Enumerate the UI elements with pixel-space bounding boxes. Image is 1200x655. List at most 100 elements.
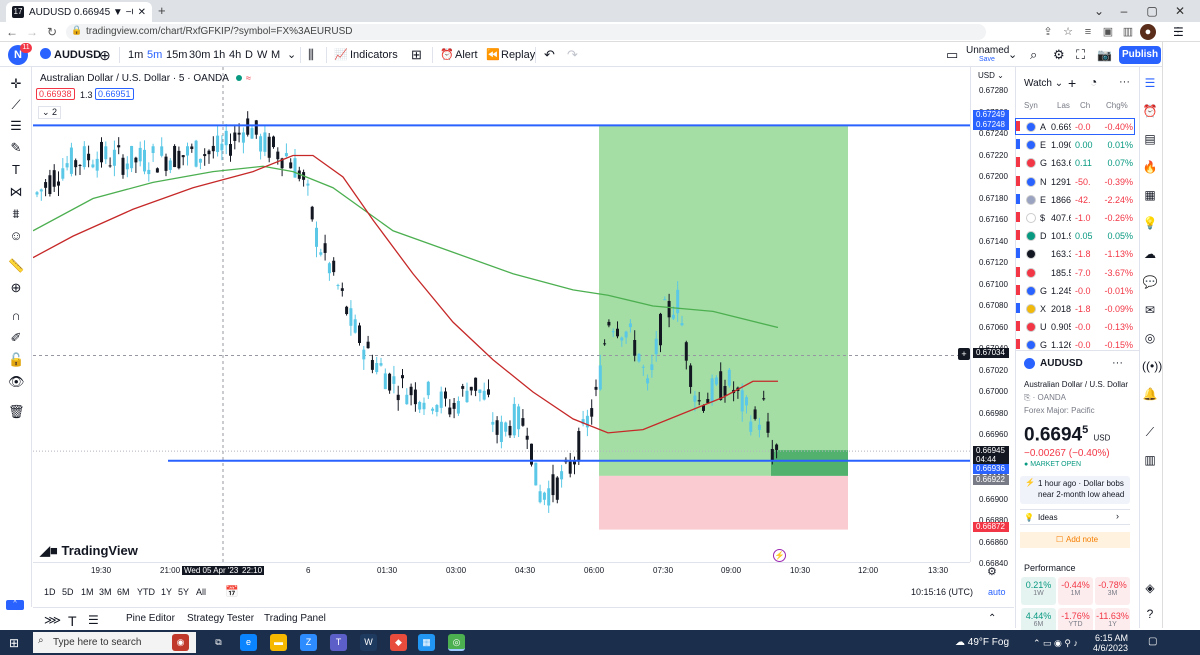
- watchlist-row[interactable]: D 101.9 0.05 0.05%: [1016, 227, 1136, 245]
- range-button-6m[interactable]: 6M: [117, 587, 130, 597]
- row-flag-icon[interactable]: [1016, 284, 1020, 295]
- watchlist-row[interactable]: 163.3 -1.8 -1.13%: [1016, 245, 1136, 263]
- chart-settings-gear-icon[interactable]: ⚙: [987, 565, 997, 578]
- weather[interactable]: ☁ 49°F Fog: [955, 637, 1009, 648]
- magnet-icon[interactable]: ∩: [8, 308, 24, 324]
- forward-icon[interactable]: →: [24, 24, 40, 40]
- close-window-icon[interactable]: ✕: [1166, 2, 1194, 20]
- broadcast-icon[interactable]: ((•)): [1142, 358, 1162, 374]
- layers-icon[interactable]: ◈: [1142, 580, 1158, 596]
- range-button-5y[interactable]: 5Y: [178, 587, 189, 597]
- redo-icon[interactable]: ↷: [567, 46, 578, 64]
- interval-dropdown-icon[interactable]: ⌄: [287, 46, 296, 64]
- watchlist-row[interactable]: X 2018 -1.8 -0.09%: [1016, 300, 1136, 318]
- col-last[interactable]: Las: [1057, 101, 1070, 110]
- indicator-toggle[interactable]: ⌄ 2: [38, 106, 62, 119]
- settings-icon[interactable]: ⚙: [1053, 46, 1065, 64]
- chevron-right-icon[interactable]: ›: [1116, 511, 1119, 521]
- text-tool-icon[interactable]: T: [68, 613, 77, 629]
- interval-15m[interactable]: 15m: [166, 46, 187, 64]
- interval-m[interactable]: M: [271, 46, 280, 64]
- brush-icon[interactable]: ✎: [8, 140, 24, 156]
- layout-name[interactable]: Unnamed: [966, 45, 1009, 56]
- interval-d[interactable]: D: [245, 46, 253, 64]
- streams-icon[interactable]: ☁: [1142, 246, 1158, 262]
- hotlists-icon[interactable]: 🔥: [1142, 159, 1158, 175]
- range-button-1m[interactable]: 1M: [81, 587, 94, 597]
- watchlist-row[interactable]: N 1291 -50. -0.39%: [1016, 173, 1136, 191]
- list-icon[interactable]: ☰: [88, 613, 99, 627]
- emoji-icon[interactable]: ☺: [8, 228, 24, 244]
- calculator-icon[interactable]: ▦: [418, 634, 435, 651]
- clock-time[interactable]: 6:15 AM: [1095, 633, 1128, 643]
- notifications-bell-icon[interactable]: 🔔: [1142, 386, 1158, 402]
- add-symbol-plus-icon[interactable]: +: [1068, 75, 1076, 91]
- back-icon[interactable]: ←: [4, 24, 20, 40]
- chats-icon[interactable]: 💬: [1142, 274, 1158, 290]
- clock-date[interactable]: 4/6/2023: [1093, 643, 1128, 653]
- auto-scale-toggle[interactable]: auto: [988, 587, 1006, 597]
- range-button-1y[interactable]: 1Y: [161, 587, 172, 597]
- trend-icon[interactable]: ⟋: [1142, 424, 1158, 440]
- watchlist-row[interactable]: G163.6 0.11 0.07%: [1016, 154, 1136, 172]
- more-icon[interactable]: ···: [1112, 357, 1123, 369]
- event-lightning-icon[interactable]: ⚡: [773, 549, 786, 562]
- row-flag-icon[interactable]: [1016, 248, 1020, 259]
- watchlist-row[interactable]: G1.245 -0.0 -0.01%: [1016, 282, 1136, 300]
- watchlist-icon[interactable]: ☰: [1142, 75, 1158, 91]
- row-flag-icon[interactable]: [1016, 139, 1020, 150]
- star-icon[interactable]: ☆: [1060, 24, 1076, 40]
- interval-1m[interactable]: 1m: [128, 46, 143, 64]
- watchlist-title[interactable]: Watch ⌄: [1024, 78, 1063, 89]
- camera-icon[interactable]: 📷: [1097, 46, 1112, 64]
- add-alert-plus-icon[interactable]: +: [958, 348, 970, 360]
- dom-icon[interactable]: ▥: [1142, 452, 1158, 468]
- more-tools-icon[interactable]: ?: [1142, 606, 1158, 622]
- file-explorer-icon[interactable]: ▬: [270, 634, 287, 651]
- chrome-icon[interactable]: ◎: [448, 634, 465, 651]
- col-change[interactable]: Ch: [1080, 101, 1090, 110]
- collapse-panel-icon[interactable]: ⌃: [988, 613, 996, 624]
- symbol-search[interactable]: AUDUSD: [54, 46, 101, 64]
- menu-icon[interactable]: ☰: [1173, 25, 1184, 39]
- ideas-lightbulb-icon[interactable]: 💡: [1142, 215, 1158, 231]
- tray-icons[interactable]: ⌃ ▭ ◉ ⚲ ♪: [1033, 638, 1078, 649]
- row-flag-icon[interactable]: [1016, 175, 1020, 186]
- reload-icon[interactable]: ↻: [44, 24, 60, 40]
- date-range-icon[interactable]: 📅: [225, 585, 239, 598]
- interval-w[interactable]: W: [257, 46, 267, 64]
- alerts-clock-icon[interactable]: ⏰: [1142, 103, 1158, 119]
- text-icon[interactable]: T: [8, 162, 24, 178]
- range-button-3m[interactable]: 3M: [99, 587, 112, 597]
- alert-button[interactable]: Alert: [455, 46, 478, 64]
- new-tab-button[interactable]: +: [158, 3, 166, 18]
- price-axis[interactable]: [970, 67, 1014, 562]
- share-icon[interactable]: ⇪: [1040, 24, 1056, 40]
- stay-drawing-icon[interactable]: ✐: [8, 330, 24, 346]
- crosshair-icon[interactable]: ✛: [8, 76, 24, 92]
- help-icon[interactable]: ◎: [1142, 330, 1158, 346]
- replay-button[interactable]: Replay: [501, 46, 535, 64]
- cortana-icon[interactable]: ◉: [172, 634, 189, 651]
- row-flag-icon[interactable]: [1016, 212, 1020, 222]
- interval-5m[interactable]: 5m: [147, 46, 162, 64]
- chart-title[interactable]: Australian Dollar / U.S. Dollar · 5 · OA…: [40, 73, 229, 84]
- watchlist-row[interactable]: A 0.669 -0.0 -0.40%: [1016, 118, 1136, 136]
- watchlist-row[interactable]: G1.126 -0.0 -0.15%: [1016, 336, 1136, 354]
- chart-pane[interactable]: [33, 67, 970, 562]
- trendline-icon[interactable]: ⟋: [8, 97, 24, 113]
- notification-center-icon[interactable]: ▢: [1148, 636, 1157, 647]
- more-icon[interactable]: ···: [1119, 76, 1130, 88]
- app-icon[interactable]: W: [360, 634, 377, 651]
- interval-4h[interactable]: 4h: [229, 46, 241, 64]
- profile-avatar[interactable]: ●: [1140, 24, 1156, 40]
- indicators-button[interactable]: Indicators: [350, 46, 398, 64]
- row-flag-icon[interactable]: [1016, 157, 1020, 168]
- trash-icon[interactable]: 🗑: [8, 404, 25, 420]
- watchlist-row[interactable]: 185.5 -7.0 -3.67%: [1016, 264, 1136, 282]
- ideas-row[interactable]: Ideas: [1020, 509, 1130, 525]
- row-flag-icon[interactable]: [1016, 321, 1020, 332]
- watchlist-row[interactable]: U 0.905 -0.0 -0.13%: [1016, 318, 1136, 336]
- reading-list-icon[interactable]: ≡: [1080, 24, 1096, 40]
- browser-tab[interactable]: 17 AUDUSD 0.66945 ▼ −0.4% Unna ✕: [6, 2, 152, 22]
